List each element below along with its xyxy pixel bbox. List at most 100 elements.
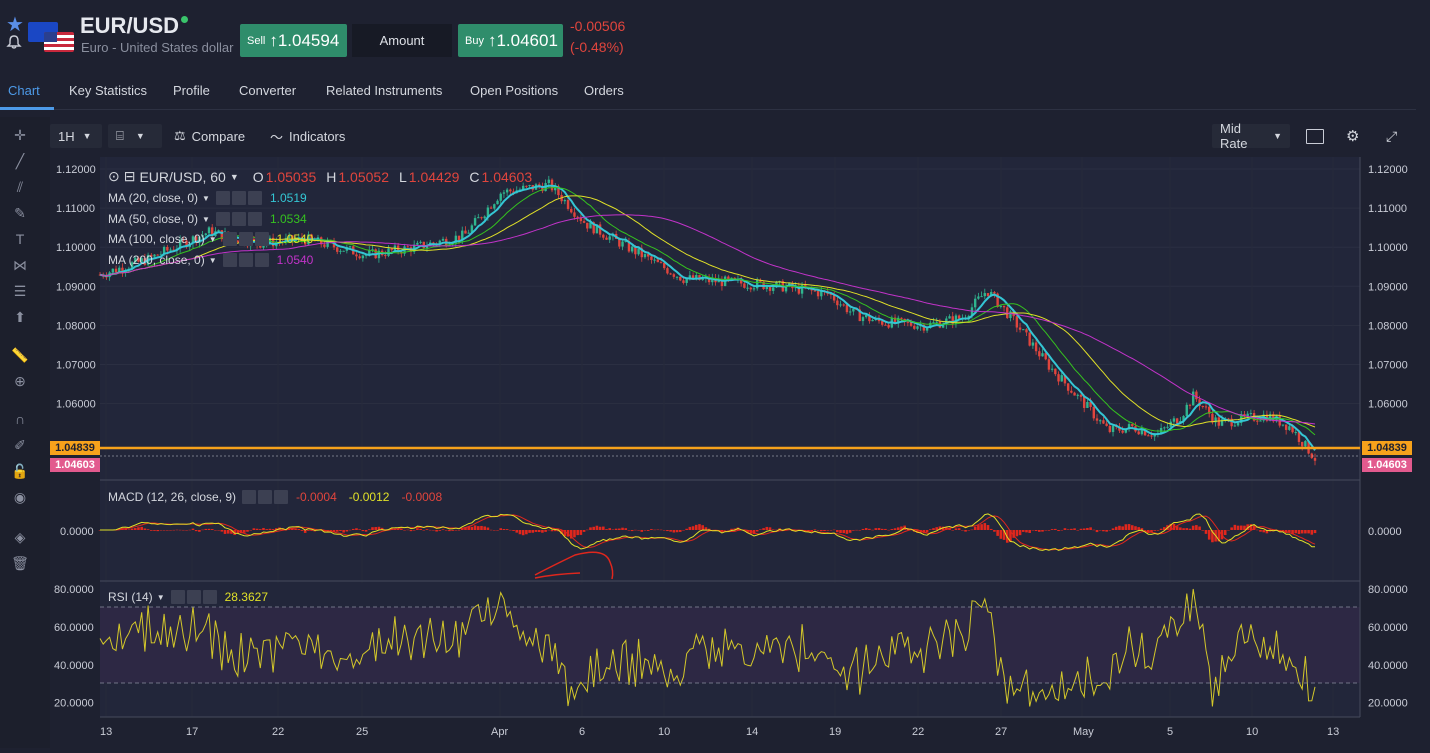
minimize-icon[interactable]: ⊟ — [124, 168, 136, 185]
settings-gear-icon[interactable]: ⚙ — [1346, 124, 1359, 148]
macd-legend[interactable]: MACD (12, 26, close, 9) -0.0004 -0.0012 … — [108, 490, 442, 504]
macd-histogram-bar — [643, 530, 647, 531]
tab-profile[interactable]: Profile — [173, 83, 210, 98]
expand-icon[interactable]: ⤢ — [1386, 124, 1397, 148]
chevron-down-icon[interactable]: ▼ — [230, 172, 239, 182]
indicator-controls-icon[interactable] — [170, 590, 217, 604]
time-axis-label: 22 — [912, 726, 924, 738]
macd-histogram-bar — [1111, 528, 1115, 530]
compare-button[interactable]: ⚖ Compare — [174, 124, 245, 148]
macd-histogram-bar — [214, 530, 217, 531]
macd-histogram-bar — [550, 530, 554, 532]
amount-input[interactable]: Amount — [352, 24, 452, 57]
macd-histogram-bar — [967, 530, 971, 531]
brush-icon[interactable]: ✎ — [10, 203, 30, 223]
macd-histogram-bar — [813, 529, 817, 530]
candle-body — [983, 293, 987, 297]
candle-body — [605, 237, 608, 240]
pattern-icon[interactable]: ⋈ — [10, 255, 30, 275]
trash-icon[interactable]: 🗑 — [10, 553, 30, 573]
macd-histogram-bar — [1034, 530, 1038, 532]
chart-area[interactable]: 1.12000 1.12000 1.11000 1.11000 1.10000 1.100… — [50, 157, 1416, 748]
ma100-legend[interactable]: MA (100, close, 0) ▼ 1.0540 — [108, 232, 313, 246]
ma20-legend[interactable]: MA (20, close, 0) ▼ 1.0519 — [108, 191, 307, 205]
tab-open-positions[interactable]: Open Positions — [470, 83, 558, 98]
macd-histogram-bar — [627, 530, 631, 531]
macd-histogram-bar — [964, 530, 967, 532]
candle-body — [384, 255, 387, 257]
tab-related-instruments[interactable]: Related Instruments — [326, 83, 442, 98]
ma200-legend[interactable]: MA (200, close, 0) ▼ 1.0540 — [108, 253, 313, 267]
candle-body — [1249, 413, 1253, 415]
eye-icon[interactable]: ◉ — [10, 487, 30, 507]
ma50-legend[interactable]: MA (50, close, 0) ▼ 1.0534 — [108, 212, 307, 226]
interval-select[interactable]: 1H ▼ — [50, 124, 102, 148]
tab-chart[interactable]: Chart — [8, 83, 40, 98]
bell-icon[interactable] — [6, 34, 22, 50]
macd-histogram-bar — [855, 529, 858, 531]
indicator-controls-icon[interactable] — [215, 191, 262, 205]
tab-orders[interactable]: Orders — [584, 83, 624, 98]
macd-histogram-bar — [1191, 525, 1195, 530]
parallel-channel-icon[interactable]: ⫽ — [10, 177, 30, 197]
collapse-icon[interactable]: ⊙ — [108, 168, 120, 185]
tab-converter[interactable]: Converter — [239, 83, 296, 98]
macd-histogram-bar — [1156, 530, 1160, 531]
fullscreen-box-icon[interactable] — [1306, 124, 1324, 148]
candle-body — [1147, 435, 1150, 437]
macd-histogram-bar — [1108, 530, 1112, 531]
candle-body — [663, 262, 666, 269]
macd-histogram-bar — [650, 529, 653, 530]
arrow-up-icon[interactable]: ⬆ — [10, 307, 30, 327]
macd-histogram-bar — [454, 530, 458, 531]
macd-histogram-bar — [999, 530, 1003, 539]
lock-icon[interactable]: 🔓 — [10, 461, 30, 481]
macd-histogram-bar — [842, 530, 846, 534]
candle-body — [499, 193, 502, 201]
macd-histogram-bar — [531, 530, 535, 533]
candle-body — [457, 235, 461, 241]
pencil-lock-icon[interactable]: ✐ — [10, 435, 30, 455]
candle-body — [643, 254, 647, 258]
macd-histogram-bar — [864, 527, 868, 530]
layers-icon[interactable]: ◈ — [10, 527, 30, 547]
buy-button[interactable]: Buy ↑ 1.04601 — [458, 24, 563, 57]
candle-body — [848, 311, 852, 313]
chart-type-select[interactable]: ⌸ ▼ — [108, 124, 162, 148]
macd-histogram-bar — [470, 526, 474, 530]
time-axis-label: 25 — [356, 726, 368, 738]
rate-mode-select[interactable]: Mid Rate ▼ — [1212, 121, 1290, 151]
macd-histogram-bar — [973, 526, 977, 530]
ruler-icon[interactable]: 📏 — [10, 345, 30, 365]
indicator-controls-icon[interactable] — [215, 212, 262, 226]
candle-body — [935, 321, 938, 323]
magnet-icon[interactable]: ∩ — [10, 409, 30, 429]
candle-body — [1281, 424, 1285, 426]
tab-key-statistics[interactable]: Key Statistics — [69, 83, 147, 98]
macd-histogram-bar — [1041, 530, 1044, 532]
macd-histogram-bar — [614, 528, 618, 530]
macd-histogram-bar — [996, 530, 999, 536]
rsi-legend[interactable]: RSI (14) ▼ 28.3627 — [108, 590, 268, 604]
indicator-controls-icon[interactable] — [222, 232, 269, 246]
macd-histogram-bar — [986, 525, 990, 530]
macd-histogram-bar — [983, 523, 987, 530]
trend-line-icon[interactable]: ╱ — [10, 151, 30, 171]
macd-histogram-bar — [226, 530, 230, 534]
crosshair-icon[interactable]: ✛ — [10, 125, 30, 145]
text-tool-icon[interactable]: T — [10, 229, 30, 249]
sell-button[interactable]: Sell ↑ 1.04594 — [240, 24, 347, 57]
indicators-button[interactable]: 〜 Indicators — [270, 124, 345, 148]
indicator-controls-icon[interactable] — [242, 490, 289, 504]
indicator-controls-icon[interactable] — [222, 253, 269, 267]
candle-body — [1256, 420, 1259, 422]
zoom-in-icon[interactable]: ⊕ — [10, 371, 30, 391]
candle-body — [749, 287, 752, 290]
market-open-dot — [181, 16, 188, 23]
macd-histogram-bar — [361, 530, 365, 532]
fib-retracement-icon[interactable]: ☰ — [10, 281, 30, 301]
time-axis-label: 27 — [995, 726, 1007, 738]
macd-histogram-bar — [1179, 527, 1182, 530]
candle-body — [1304, 440, 1307, 447]
macd-histogram-bar — [512, 530, 515, 531]
